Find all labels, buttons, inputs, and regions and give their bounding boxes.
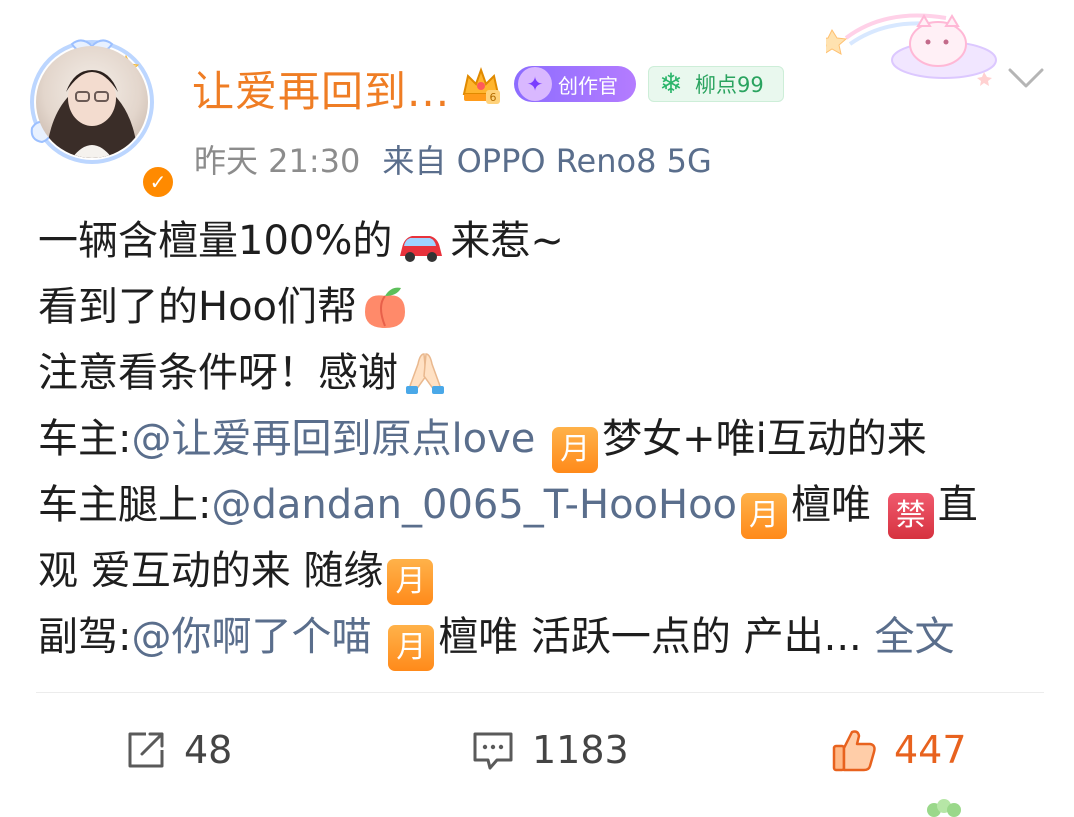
post-line: 一辆含檀量100%的 来惹~ (38, 218, 564, 264)
post-line: 看到了的Hoo们帮 (38, 274, 1048, 340)
post-line: 观 爱互动的来 随缘月 (38, 538, 1048, 605)
avatar-photo (36, 46, 148, 158)
card-decoration (826, 13, 997, 86)
verified-icon: ✓ (140, 164, 176, 200)
post-line: 副驾:@你啊了个喵 月檀唯 活跃一点的 产出... 全文 (38, 604, 1048, 671)
share-button[interactable]: 48 (124, 722, 232, 778)
comment-button[interactable]: 1183 (470, 722, 629, 778)
username[interactable]: 让爱再回到... (192, 58, 450, 119)
moon-emoji: 月 (388, 625, 435, 671)
pray-emoji (406, 353, 444, 394)
svg-text:6: 6 (490, 91, 497, 104)
like-icon (832, 730, 876, 772)
mention-link[interactable]: @让爱再回到原点love (131, 416, 535, 462)
comment-count: 1183 (532, 728, 629, 772)
post-time: 昨天 21:30 (194, 142, 361, 180)
fan-snowflake-icon: ❄ (659, 67, 683, 100)
post-text[interactable]: 一辆含檀量100%的 来惹~ 看到了的Hoo们帮 注意看条件呀！感谢 车主:@让… (38, 208, 1048, 671)
like-button[interactable]: 447 (830, 722, 967, 778)
fan-badge-label: 柳点99 (695, 73, 764, 97)
bottom-clover-decoration (927, 799, 961, 817)
mention-link[interactable]: @dandan_0065_T-HooHoo (211, 482, 737, 528)
moon-emoji: 月 (552, 427, 599, 473)
peach-emoji (365, 287, 406, 328)
creator-badge-icon: ✦ (518, 67, 552, 101)
mention-link[interactable]: @你啊了个喵 (131, 614, 371, 660)
crown-badge-icon[interactable]: 6 (460, 64, 502, 106)
ban-emoji: 禁 (887, 493, 934, 539)
share-icon (128, 732, 164, 768)
moon-emoji: 月 (741, 493, 788, 539)
divider (36, 692, 1044, 693)
post-line: 车主腿上:@dandan_0065_T-HooHoo 月檀唯 禁直 (38, 472, 1048, 539)
post-line: 车主:@让爱再回到原点love 月梦女+唯i互动的来 (38, 406, 1048, 473)
post-meta: 昨天 21:30 来自 OPPO Reno8 5G (194, 136, 712, 182)
comment-icon (473, 732, 513, 770)
creator-badge-label: 创作官 (558, 73, 618, 98)
expand-full-text-link[interactable]: 全文 (875, 614, 955, 660)
post-source[interactable]: 来自 OPPO Reno8 5G (382, 142, 711, 180)
car-emoji (400, 236, 443, 262)
share-count: 48 (184, 728, 233, 772)
moon-emoji: 月 (387, 559, 434, 605)
avatar[interactable]: ✓ (28, 36, 176, 200)
like-count: 447 (894, 728, 967, 772)
post-line: 注意看条件呀！感谢 (38, 340, 1048, 406)
fan-badge[interactable]: ❄ 柳点99 (648, 66, 784, 102)
chevron-down-icon[interactable] (1004, 64, 1048, 94)
creator-badge[interactable]: ✦ 创作官 (514, 66, 636, 102)
